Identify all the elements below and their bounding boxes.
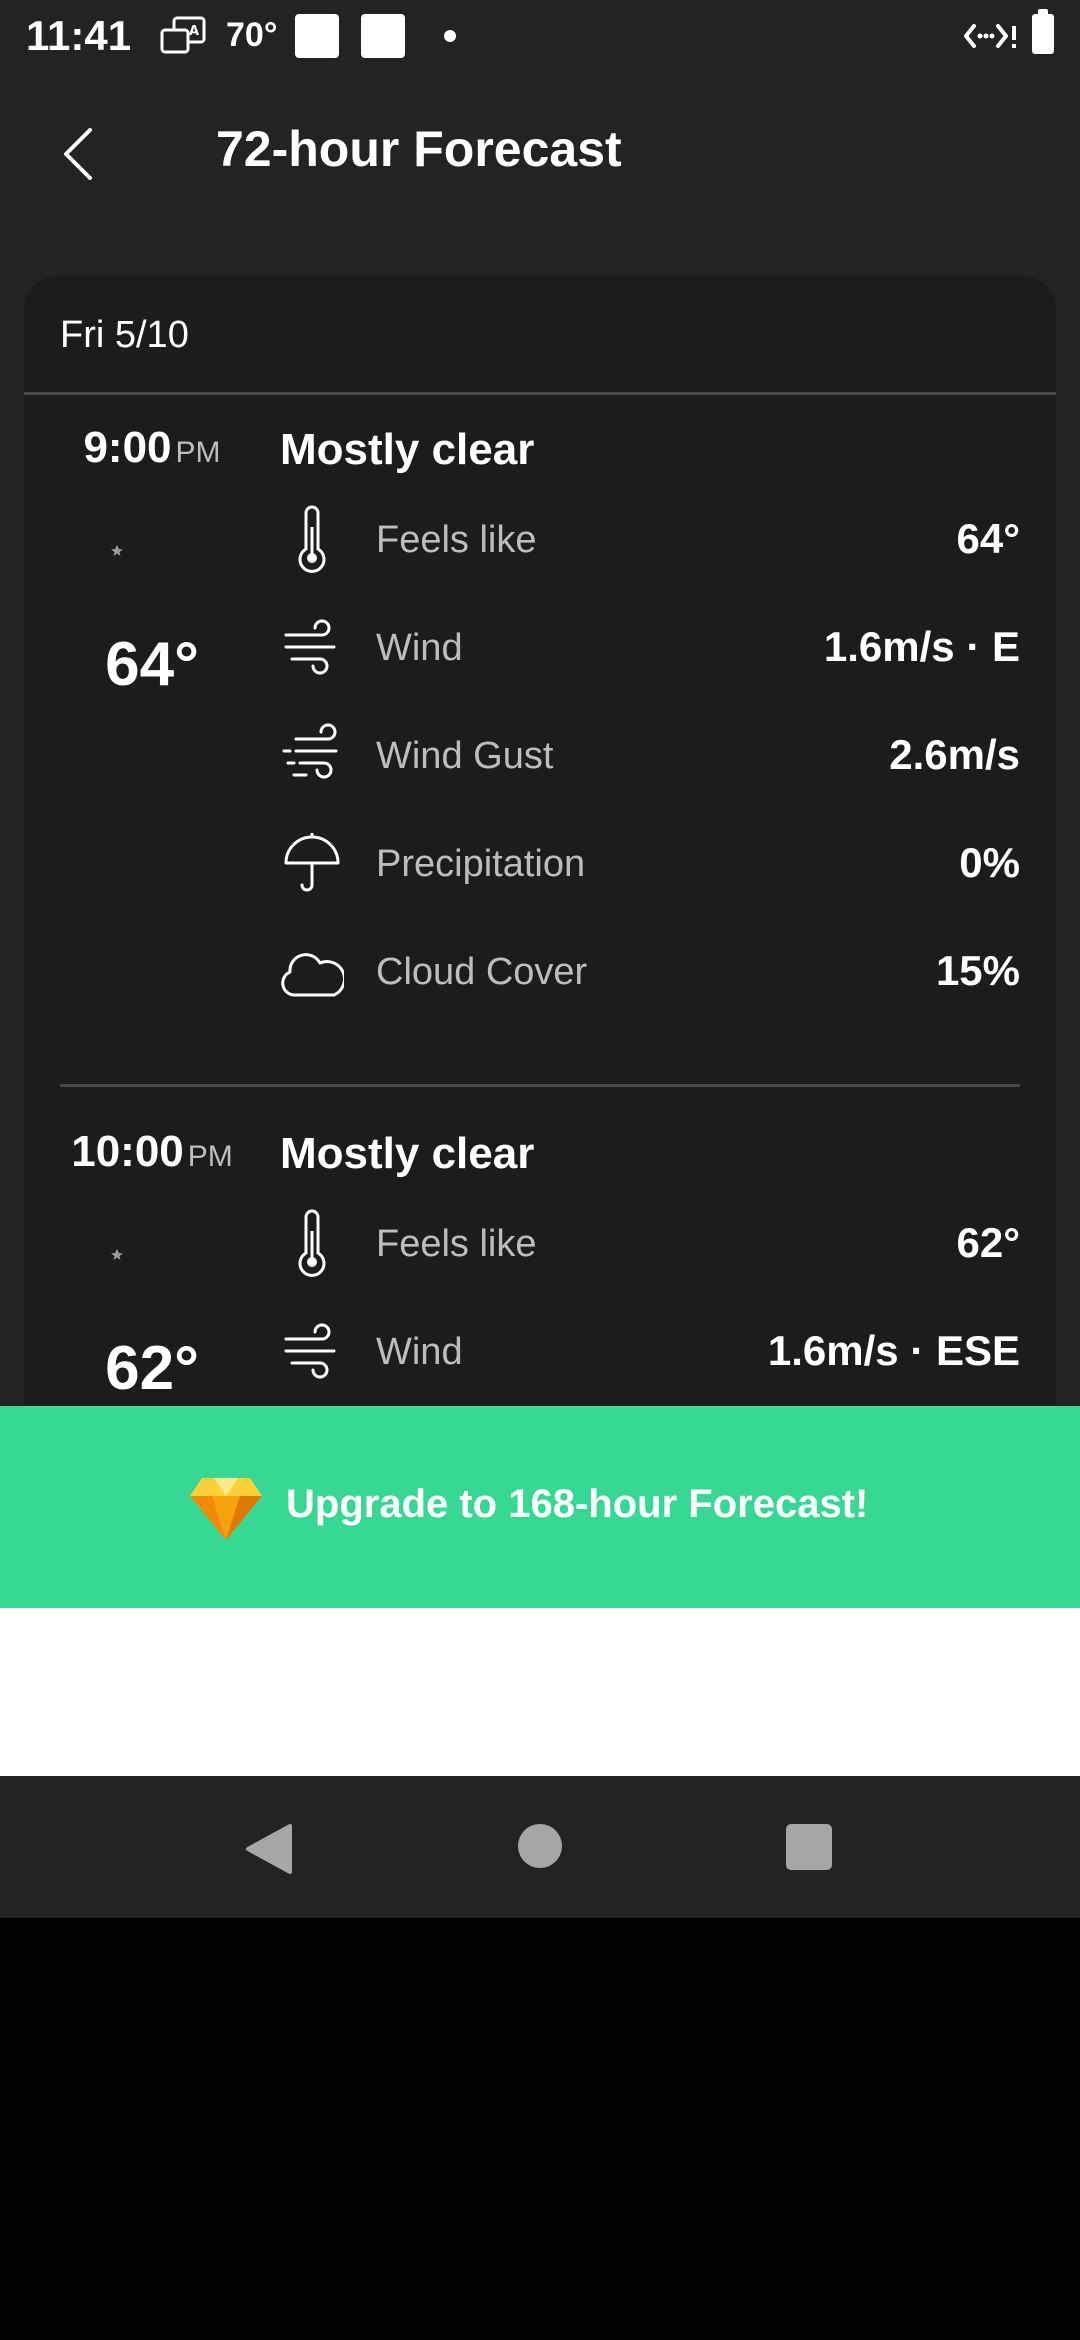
detail-value: 15%: [935, 947, 1020, 994]
detail-label: Wind: [376, 1331, 463, 1373]
wind-icon: [284, 619, 336, 675]
detail-label: Precipitation: [376, 843, 586, 885]
status-bar: 11:41 A 70°: [0, 0, 1080, 72]
navigation-bar: [0, 1776, 1080, 1918]
detail-label: Wind Gust: [376, 735, 554, 777]
detail-label: Feels like: [376, 1223, 537, 1265]
detail-row-feels-like: Feels like 62°: [280, 1203, 1020, 1283]
detail-row-precipitation: Precipitation 0%: [280, 823, 1020, 903]
detail-value: 1.6m/s · E: [823, 623, 1020, 670]
upgrade-label: Upgrade to 168-hour Forecast!: [286, 1482, 869, 1526]
hour-item[interactable]: 10:00PM 62° Mostly clear Feels like 62°: [24, 1099, 1056, 1416]
status-temperature: 70°: [226, 16, 278, 54]
nav-back-button[interactable]: [242, 1822, 294, 1876]
detail-value: 1.6m/s · ESE: [767, 1327, 1020, 1374]
detail-label: Cloud Cover: [376, 951, 588, 993]
hour-temperature: 64°: [105, 630, 199, 699]
status-time: 11:41: [26, 12, 132, 59]
hour-time: 9:00 PM: [24, 423, 280, 473]
page-title: 72-hour Forecast: [216, 121, 622, 177]
hour-time: 10:00 PM: [24, 1127, 280, 1177]
detail-row-feels-like: Feels like 64°: [280, 499, 1020, 579]
detail-label: Wind: [376, 627, 463, 669]
cloud-icon: [281, 953, 344, 997]
condition-text: Mostly clear: [280, 425, 535, 474]
moon-icon: [111, 545, 204, 612]
moon-icon: [111, 1249, 204, 1316]
nav-recents-button[interactable]: [786, 1824, 832, 1870]
app-screen: 11:41 A 70° 72-hour Forecast Fri 5/10 9:…: [0, 0, 1080, 1918]
detail-row-wind-gust: Wind Gust 2.6m/s: [280, 715, 1020, 795]
gem-icon: [190, 1478, 262, 1540]
translate-icon: A: [160, 16, 206, 54]
detail-row-wind: Wind 1.6m/s · E: [280, 607, 1020, 687]
condition-text: Mostly clear: [280, 1129, 535, 1178]
wind-icon: [284, 1323, 336, 1379]
thermometer-icon: [298, 505, 326, 573]
battery-icon: [1032, 9, 1054, 54]
back-button[interactable]: [52, 122, 108, 186]
upgrade-banner[interactable]: Upgrade to 168-hour Forecast!: [0, 1406, 1080, 1608]
detail-value: 0%: [959, 839, 1020, 886]
hour-ampm: PM: [187, 1140, 233, 1173]
detail-value: 2.6m/s: [889, 731, 1020, 778]
detail-value: 62°: [956, 1219, 1020, 1266]
umbrella-icon: [284, 833, 340, 892]
dot-icon: [444, 30, 456, 42]
hour-time-value: 9:00: [83, 423, 172, 472]
date-label: Fri 5/10: [60, 314, 189, 356]
divider: [60, 1084, 1020, 1087]
square-icon: [295, 14, 339, 58]
detail-value: 64°: [956, 515, 1020, 562]
hour-item[interactable]: 9:00PM 64° Mostly clear Feels like 64°: [24, 395, 1056, 1095]
forecast-card: Fri 5/10 9:00 PM 64° Mostly clear Feels l…: [24, 276, 1056, 1416]
detail-label: Feels like: [376, 519, 537, 561]
detail-row-cloud-cover: Cloud Cover 15%: [280, 931, 1020, 1011]
square-icon: [361, 14, 405, 58]
svg-text:A: A: [189, 24, 199, 39]
ad-area: [0, 1608, 1080, 1776]
hour-temperature: 62°: [105, 1334, 199, 1403]
nav-home-button[interactable]: [518, 1824, 562, 1868]
detail-row-wind: Wind 1.6m/s · ESE: [280, 1311, 1020, 1391]
wind-gust-icon: [282, 723, 338, 779]
hour-ampm: PM: [175, 436, 221, 469]
thermometer-icon: [298, 1209, 326, 1277]
hour-time-value: 10:00: [71, 1127, 184, 1176]
network-icon: [964, 24, 1016, 48]
